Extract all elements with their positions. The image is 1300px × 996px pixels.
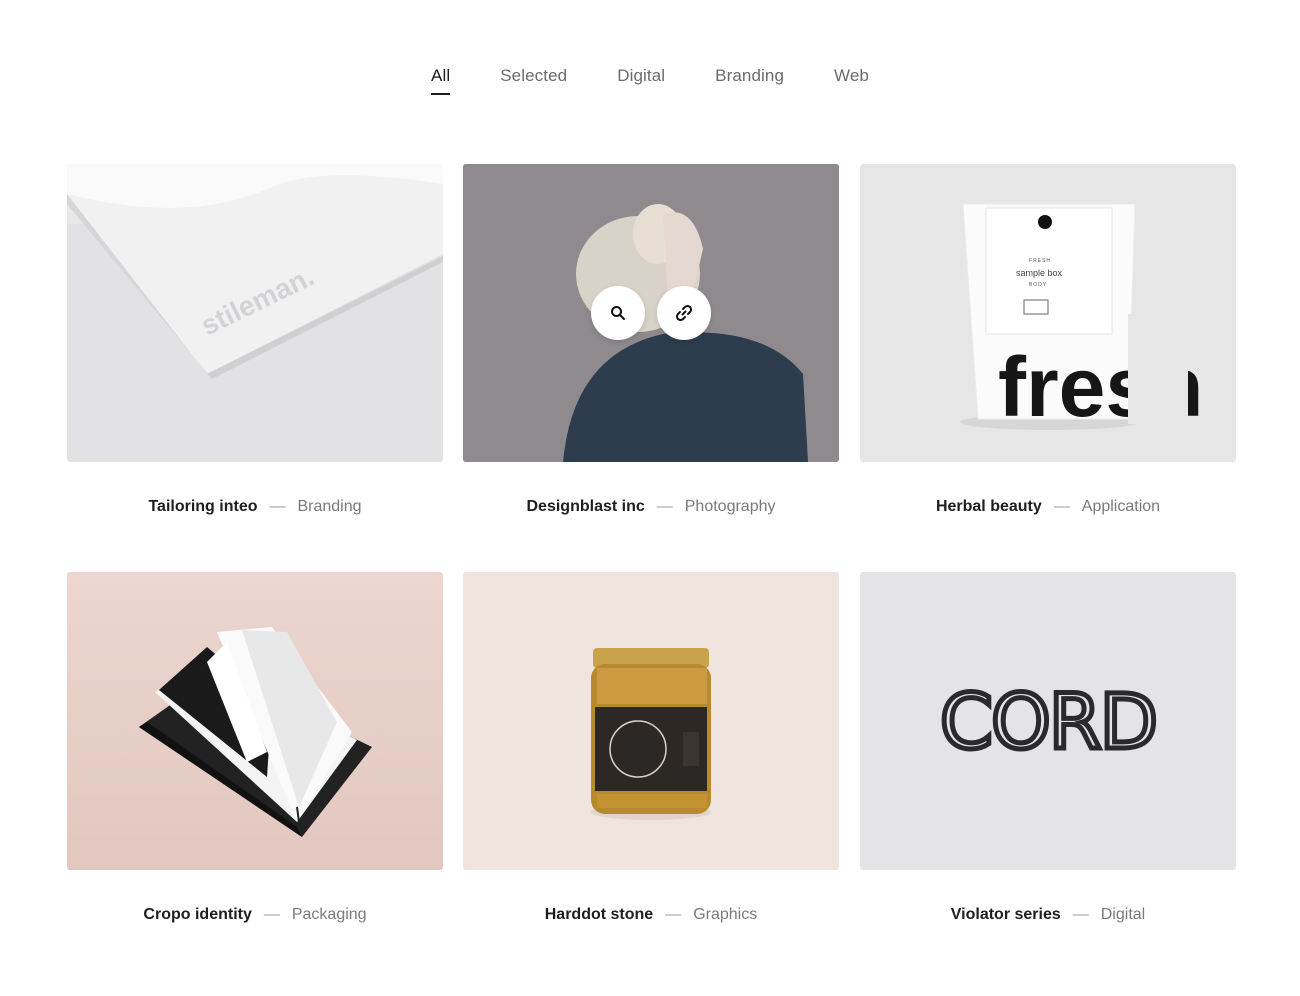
project-caption: Harddot stone — Graphics: [463, 906, 839, 924]
separator-dash: —: [269, 498, 286, 515]
separator-dash: —: [263, 906, 280, 923]
project-category[interactable]: Photography: [685, 498, 776, 515]
search-icon: [611, 306, 625, 320]
thumbnail-actions: [591, 286, 711, 340]
book-illustration: [139, 627, 372, 837]
stationery-illustration: stileman.: [67, 164, 443, 462]
separator-dash: —: [1053, 498, 1070, 515]
filter-branding[interactable]: Branding: [715, 66, 784, 92]
project-title[interactable]: Violator series: [951, 906, 1061, 923]
project-title[interactable]: Tailoring inteo: [148, 498, 257, 515]
project-caption: Cropo identity — Packaging: [67, 906, 443, 924]
filter-digital[interactable]: Digital: [617, 66, 665, 92]
svg-text:sample box: sample box: [1016, 268, 1063, 278]
link-icon: [675, 304, 693, 322]
separator-dash: —: [1072, 906, 1089, 923]
separator-dash: —: [656, 498, 673, 515]
project-card[interactable]: Cropo identity — Packaging: [67, 572, 443, 923]
project-title[interactable]: Designblast inc: [527, 498, 645, 515]
project-title[interactable]: Harddot stone: [545, 906, 653, 923]
project-card[interactable]: CORD Violator series — Digital: [860, 572, 1236, 923]
packaging-illustration: FRESH sample box BODY fresh: [960, 203, 1203, 434]
project-title[interactable]: Herbal beauty: [936, 498, 1042, 515]
project-thumbnail[interactable]: [67, 572, 443, 870]
project-thumbnail[interactable]: [463, 572, 839, 870]
filter-all[interactable]: All: [431, 66, 451, 95]
zoom-button[interactable]: [591, 286, 645, 340]
svg-text:CORD: CORD: [940, 677, 1156, 766]
project-card[interactable]: Designblast inc — Photography: [463, 164, 839, 515]
project-caption: Herbal beauty — Application: [860, 498, 1236, 516]
portfolio-filter-bar: All Selected Digital Branding Web: [0, 66, 1300, 95]
filter-selected[interactable]: Selected: [500, 66, 567, 92]
project-category[interactable]: Application: [1082, 498, 1160, 515]
svg-text:FRESH: FRESH: [1029, 258, 1051, 264]
project-thumbnail[interactable]: [463, 164, 839, 462]
project-thumbnail[interactable]: CORD: [860, 572, 1236, 870]
jar-illustration: [591, 648, 711, 820]
project-card[interactable]: FRESH sample box BODY fresh Herbal beaut…: [860, 164, 1236, 515]
project-category[interactable]: Packaging: [292, 906, 367, 923]
project-category[interactable]: Branding: [297, 498, 361, 515]
svg-text:BODY: BODY: [1029, 282, 1047, 288]
project-caption: Violator series — Digital: [860, 906, 1236, 924]
project-caption: Designblast inc — Photography: [463, 498, 839, 516]
project-card[interactable]: stileman. Tailoring inteo — Branding: [67, 164, 443, 515]
project-title[interactable]: Cropo identity: [143, 906, 251, 923]
cord-logo: CORD: [937, 675, 1160, 769]
project-card[interactable]: Harddot stone — Graphics: [463, 572, 839, 923]
separator-dash: —: [665, 906, 682, 923]
filter-web[interactable]: Web: [834, 66, 869, 92]
project-category[interactable]: Digital: [1101, 906, 1145, 923]
project-thumbnail[interactable]: FRESH sample box BODY fresh: [860, 164, 1236, 462]
project-caption: Tailoring inteo — Branding: [67, 498, 443, 516]
project-thumbnail[interactable]: stileman.: [67, 164, 443, 462]
project-category[interactable]: Graphics: [693, 906, 757, 923]
link-button[interactable]: [657, 286, 711, 340]
